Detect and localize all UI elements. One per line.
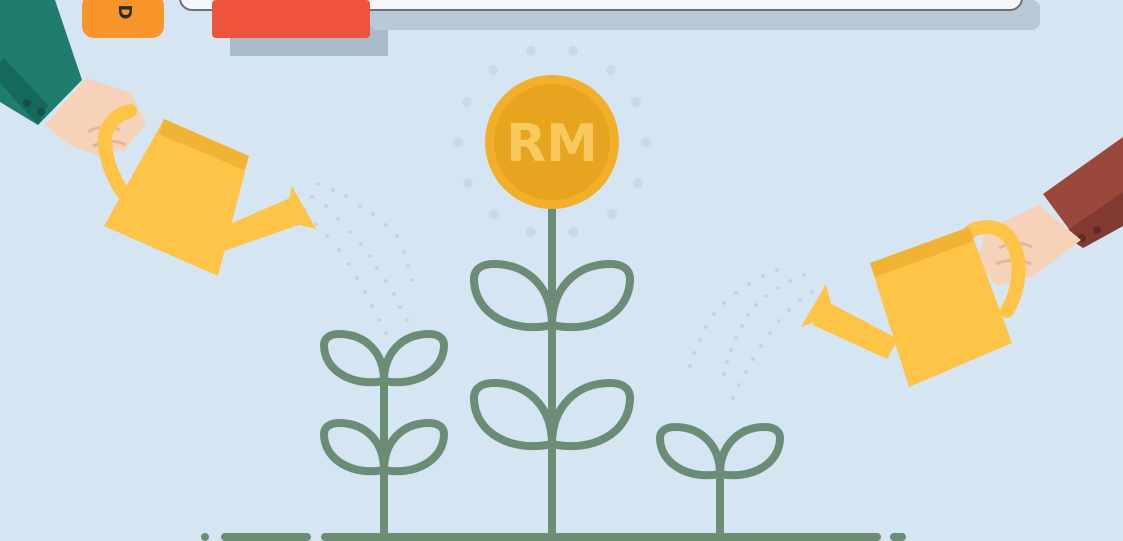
right-button-2 xyxy=(1093,226,1101,234)
top-bar-fragment: D xyxy=(82,0,1040,56)
right-watering-group xyxy=(801,137,1123,387)
red-tab xyxy=(212,0,370,38)
left-leaf-left-top xyxy=(320,330,388,387)
right-leaf-right xyxy=(716,423,784,480)
orange-tab-letter: D xyxy=(114,5,135,20)
illustration-canvas: D RM xyxy=(0,0,1123,541)
water-dots-right xyxy=(688,268,814,400)
coin-icon: RM xyxy=(485,75,619,209)
plants xyxy=(320,206,784,541)
ground-line xyxy=(201,533,906,541)
left-button-2 xyxy=(37,108,45,116)
center-leaf-left-bottom xyxy=(470,379,556,451)
center-leaf-left-top xyxy=(470,260,556,332)
left-leaf-right-top xyxy=(380,330,448,387)
left-leaf-left-bottom xyxy=(320,419,388,476)
money-growth-scene: D RM xyxy=(0,0,1123,541)
right-leaf-left xyxy=(656,423,724,480)
water-dots-left xyxy=(303,182,414,335)
left-button-1 xyxy=(23,99,31,107)
center-leaf-right-bottom xyxy=(548,379,634,451)
left-leaf-right-bottom xyxy=(380,419,448,476)
center-leaf-right-top xyxy=(548,260,634,332)
coin-label: RM xyxy=(506,114,598,174)
